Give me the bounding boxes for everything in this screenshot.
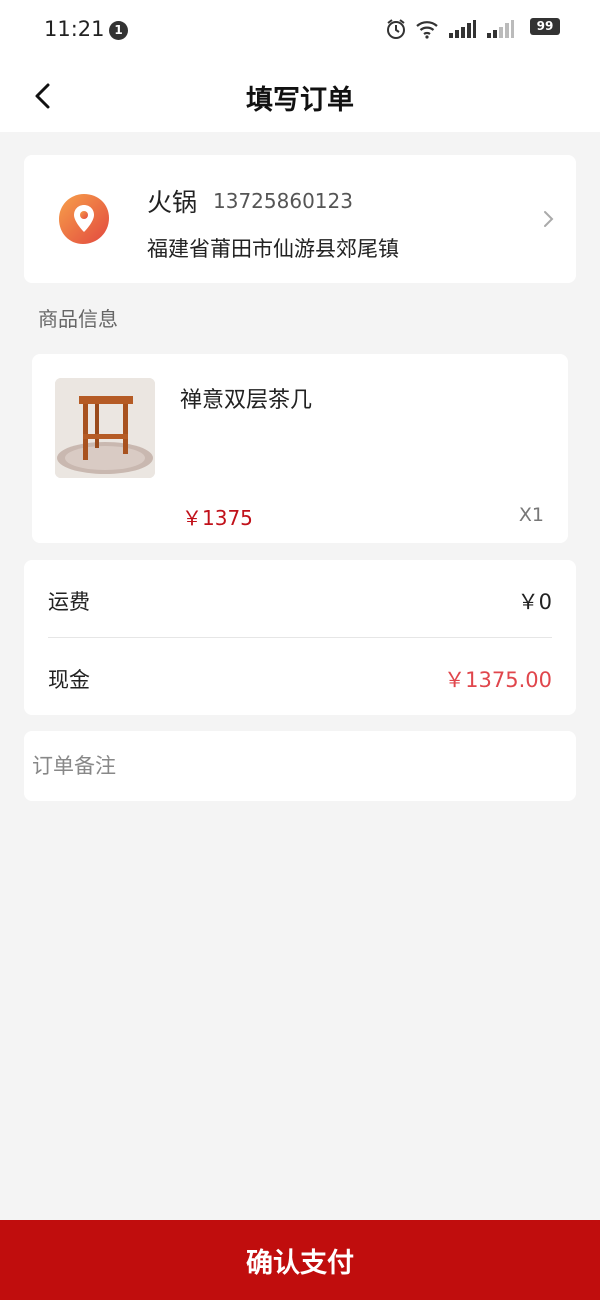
cash-row: 现金 ￥1375.00 [48, 638, 552, 714]
location-pin-icon [56, 191, 112, 247]
order-note-input[interactable] [32, 731, 568, 801]
page-title: 填写订单 [246, 85, 354, 116]
product-quantity: X1 [518, 504, 544, 526]
fee-card: 运费 ￥0 现金 ￥1375.00 [24, 560, 576, 715]
recipient-name: 火锅 [147, 188, 198, 217]
nav-bar: 填写订单 [0, 60, 600, 132]
shipping-label: 运费 [48, 590, 90, 614]
order-note-card [24, 731, 576, 801]
product-name: 禅意双层茶几 [180, 388, 313, 413]
confirm-pay-button[interactable]: 确认支付 [0, 1220, 600, 1300]
product-card: 禅意双层茶几 ￥1375 X1 [32, 354, 568, 543]
notification-badge: 1 [109, 21, 128, 40]
shipping-row: 运费 ￥0 [48, 560, 552, 636]
status-bar: 11:21 1 99 [0, 0, 600, 60]
shipping-value: ￥0 [517, 590, 552, 614]
product-image [55, 378, 155, 478]
address-card[interactable]: 火锅 13725860123 福建省莆田市仙游县郊尾镇 [24, 155, 576, 283]
product-section-label: 商品信息 [38, 307, 118, 331]
cash-label: 现金 [48, 668, 90, 692]
product-price: ￥1375 [182, 506, 253, 530]
signal-icon [447, 18, 477, 44]
alarm-icon [385, 18, 407, 44]
recipient-address: 福建省莆田市仙游县郊尾镇 [147, 237, 399, 261]
status-icons: 99 [385, 18, 560, 42]
battery-indicator: 99 [530, 18, 560, 35]
cash-value: ￥1375.00 [444, 668, 552, 692]
wifi-icon [415, 18, 439, 44]
signal-icon [485, 18, 515, 44]
recipient-phone: 13725860123 [213, 189, 353, 213]
status-time: 11:21 [44, 17, 105, 41]
chevron-right-icon [542, 209, 556, 229]
